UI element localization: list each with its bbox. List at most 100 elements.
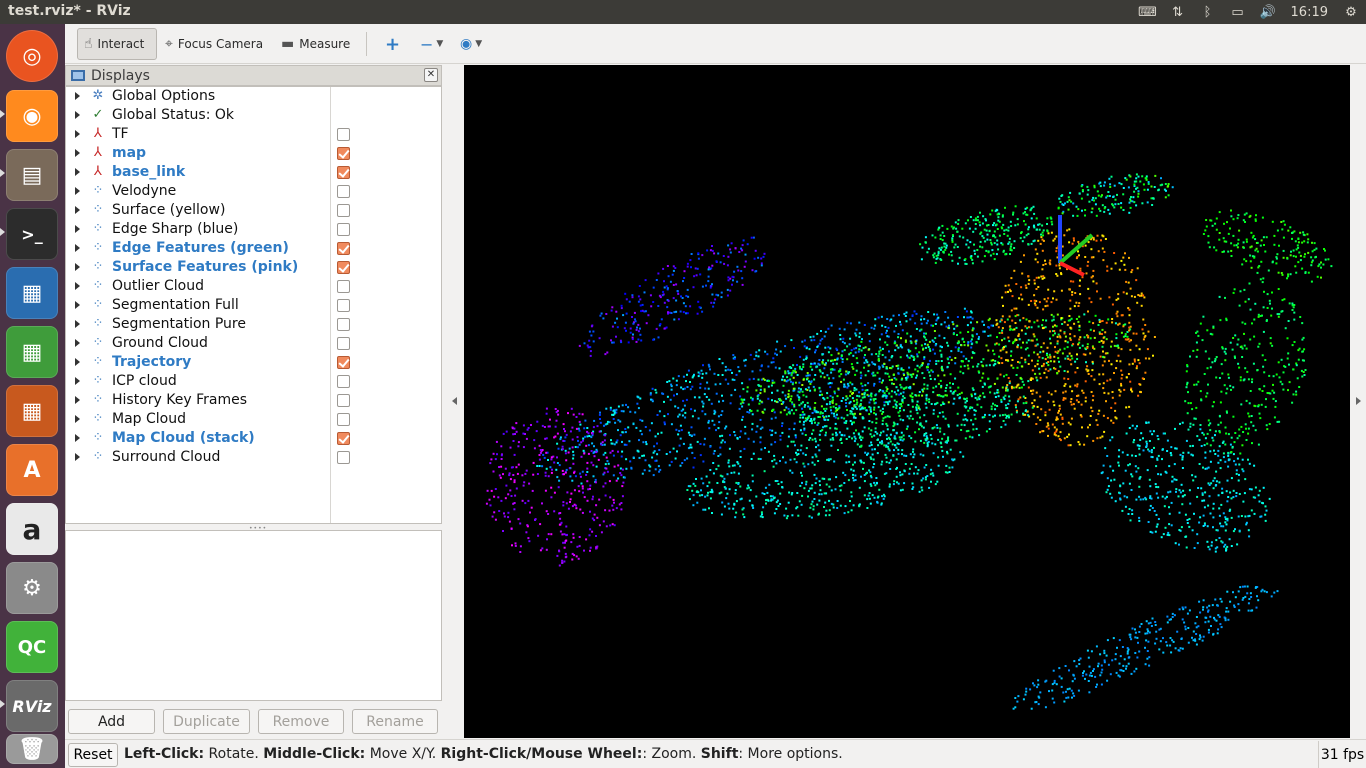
writer-icon[interactable]: ▦ bbox=[6, 267, 58, 319]
qtcreator-icon[interactable]: QC bbox=[6, 621, 58, 673]
expand-arrow-icon[interactable] bbox=[75, 263, 80, 271]
top-panel: test.rviz* - RViz ⌨ ⇅ ᛒ ▭ 🔊 16:19 ⚙ bbox=[0, 0, 1366, 24]
display-enabled-checkbox[interactable] bbox=[337, 375, 350, 388]
software-center-icon[interactable]: A bbox=[6, 444, 58, 496]
display-enabled-checkbox[interactable] bbox=[337, 356, 350, 369]
add-tool-button[interactable]: + bbox=[379, 28, 406, 60]
display-enabled-checkbox[interactable] bbox=[337, 204, 350, 217]
terminal-icon[interactable]: >_ bbox=[6, 208, 58, 260]
display-row[interactable]: ⁘ Outlier Cloud bbox=[66, 277, 441, 296]
duplicate-display-button[interactable]: Duplicate bbox=[163, 709, 250, 734]
reset-button[interactable]: Reset bbox=[68, 743, 118, 767]
ubuntu-logo-icon[interactable]: ◎ bbox=[6, 30, 58, 82]
hint-key: Left-Click: bbox=[124, 746, 205, 762]
amazon-icon[interactable]: a bbox=[6, 503, 58, 555]
expand-arrow-icon[interactable] bbox=[75, 453, 80, 461]
display-enabled-checkbox[interactable] bbox=[337, 394, 350, 407]
rename-display-button[interactable]: Rename bbox=[352, 709, 438, 734]
display-enabled-checkbox[interactable] bbox=[337, 242, 350, 255]
display-enabled-checkbox[interactable] bbox=[337, 337, 350, 350]
expand-arrow-icon[interactable] bbox=[75, 358, 80, 366]
close-icon[interactable]: ✕ bbox=[424, 68, 438, 82]
display-row[interactable]: ⅄ map bbox=[66, 144, 441, 163]
remove-tool-button[interactable]: − ▼ bbox=[414, 28, 449, 60]
display-enabled-checkbox[interactable] bbox=[337, 299, 350, 312]
bluetooth-icon[interactable]: ᛒ bbox=[1193, 0, 1223, 24]
display-row[interactable]: ⁘ Ground Cloud bbox=[66, 334, 441, 353]
gear-icon[interactable]: ⚙ bbox=[1336, 0, 1366, 24]
render-view-3d[interactable] bbox=[464, 65, 1350, 738]
expand-arrow-icon[interactable] bbox=[75, 149, 80, 157]
impress-icon[interactable]: ▦ bbox=[6, 385, 58, 437]
view-right-collapse[interactable] bbox=[1350, 65, 1366, 738]
expand-arrow-icon[interactable] bbox=[75, 377, 80, 385]
display-enabled-checkbox[interactable] bbox=[337, 318, 350, 331]
display-row[interactable]: ⁘ Edge Sharp (blue) bbox=[66, 220, 441, 239]
display-enabled-checkbox[interactable] bbox=[337, 147, 350, 160]
tool-visibility-button[interactable]: ◉ ▼ bbox=[454, 28, 488, 60]
expand-arrow-icon[interactable] bbox=[75, 130, 80, 138]
hint-val: : More options. bbox=[738, 746, 843, 762]
display-enabled-checkbox[interactable] bbox=[337, 280, 350, 293]
display-enabled-checkbox[interactable] bbox=[337, 413, 350, 426]
trash-icon[interactable]: 🗑 bbox=[6, 734, 58, 764]
display-row[interactable]: ⅄ TF bbox=[66, 125, 441, 144]
display-row[interactable]: ⁘ ICP cloud bbox=[66, 372, 441, 391]
display-row[interactable]: ⁘ Surround Cloud bbox=[66, 448, 441, 467]
expand-arrow-icon[interactable] bbox=[75, 396, 80, 404]
expand-arrow-icon[interactable] bbox=[75, 168, 80, 176]
display-row[interactable]: ⁘ Edge Features (green) bbox=[66, 239, 441, 258]
properties-panel bbox=[65, 530, 442, 701]
expand-arrow-icon[interactable] bbox=[75, 244, 80, 252]
toolbar: ☝ Interact ⌖ Focus Camera ▬ Measure + − ▼… bbox=[65, 24, 1366, 64]
expand-arrow-icon[interactable] bbox=[75, 320, 80, 328]
battery-icon[interactable]: ▭ bbox=[1223, 0, 1253, 24]
interact-tool-button[interactable]: ☝ Interact bbox=[77, 28, 157, 60]
rviz-icon[interactable]: RViz bbox=[6, 680, 58, 732]
display-enabled-checkbox[interactable] bbox=[337, 166, 350, 179]
display-row[interactable]: ⅄ base_link bbox=[66, 163, 441, 182]
expand-arrow-icon[interactable] bbox=[75, 92, 80, 100]
expand-arrow-icon[interactable] bbox=[75, 434, 80, 442]
display-row[interactable]: ⁘ Map Cloud (stack) bbox=[66, 429, 441, 448]
add-display-button[interactable]: Add bbox=[68, 709, 155, 734]
pointcloud-icon: ⁘ bbox=[92, 221, 104, 236]
view-left-collapse[interactable] bbox=[442, 65, 464, 738]
display-enabled-checkbox[interactable] bbox=[337, 451, 350, 464]
display-enabled-checkbox[interactable] bbox=[337, 261, 350, 274]
expand-arrow-icon[interactable] bbox=[75, 282, 80, 290]
expand-arrow-icon[interactable] bbox=[75, 206, 80, 214]
display-row[interactable]: ⁘ Surface Features (pink) bbox=[66, 258, 441, 277]
files-icon[interactable]: ▤ bbox=[6, 149, 58, 201]
clock[interactable]: 16:19 bbox=[1283, 0, 1336, 24]
display-row[interactable]: ⁘ Map Cloud bbox=[66, 410, 441, 429]
network-icon[interactable]: ⇅ bbox=[1163, 0, 1193, 24]
focus-camera-tool-button[interactable]: ⌖ Focus Camera bbox=[159, 28, 269, 60]
expand-arrow-icon[interactable] bbox=[75, 187, 80, 195]
remove-display-button[interactable]: Remove bbox=[258, 709, 344, 734]
firefox-icon[interactable]: ◉ bbox=[6, 90, 58, 142]
display-row[interactable]: ⁘ Segmentation Full bbox=[66, 296, 441, 315]
expand-arrow-icon[interactable] bbox=[75, 415, 80, 423]
display-row[interactable]: ✲ Global Options bbox=[66, 87, 441, 106]
expand-arrow-icon[interactable] bbox=[75, 111, 80, 119]
keyboard-icon[interactable]: ⌨ bbox=[1133, 0, 1163, 24]
calc-icon[interactable]: ▦ bbox=[6, 326, 58, 378]
display-row[interactable]: ⁘ Surface (yellow) bbox=[66, 201, 441, 220]
measure-tool-button[interactable]: ▬ Measure bbox=[275, 28, 356, 60]
display-enabled-checkbox[interactable] bbox=[337, 223, 350, 236]
display-row[interactable]: ⁘ Segmentation Pure bbox=[66, 315, 441, 334]
display-row[interactable]: ⁘ Trajectory bbox=[66, 353, 441, 372]
display-row[interactable]: ⁘ Velodyne bbox=[66, 182, 441, 201]
expand-arrow-icon[interactable] bbox=[75, 339, 80, 347]
display-enabled-checkbox[interactable] bbox=[337, 128, 350, 141]
display-row[interactable]: ✓ Global Status: Ok bbox=[66, 106, 441, 125]
expand-arrow-icon[interactable] bbox=[75, 225, 80, 233]
system-settings-icon[interactable]: ⚙ bbox=[6, 562, 58, 614]
display-enabled-checkbox[interactable] bbox=[337, 432, 350, 445]
expand-arrow-icon[interactable] bbox=[75, 301, 80, 309]
interact-label: Interact bbox=[97, 37, 145, 51]
display-row[interactable]: ⁘ History Key Frames bbox=[66, 391, 441, 410]
volume-icon[interactable]: 🔊 bbox=[1253, 0, 1283, 24]
display-enabled-checkbox[interactable] bbox=[337, 185, 350, 198]
